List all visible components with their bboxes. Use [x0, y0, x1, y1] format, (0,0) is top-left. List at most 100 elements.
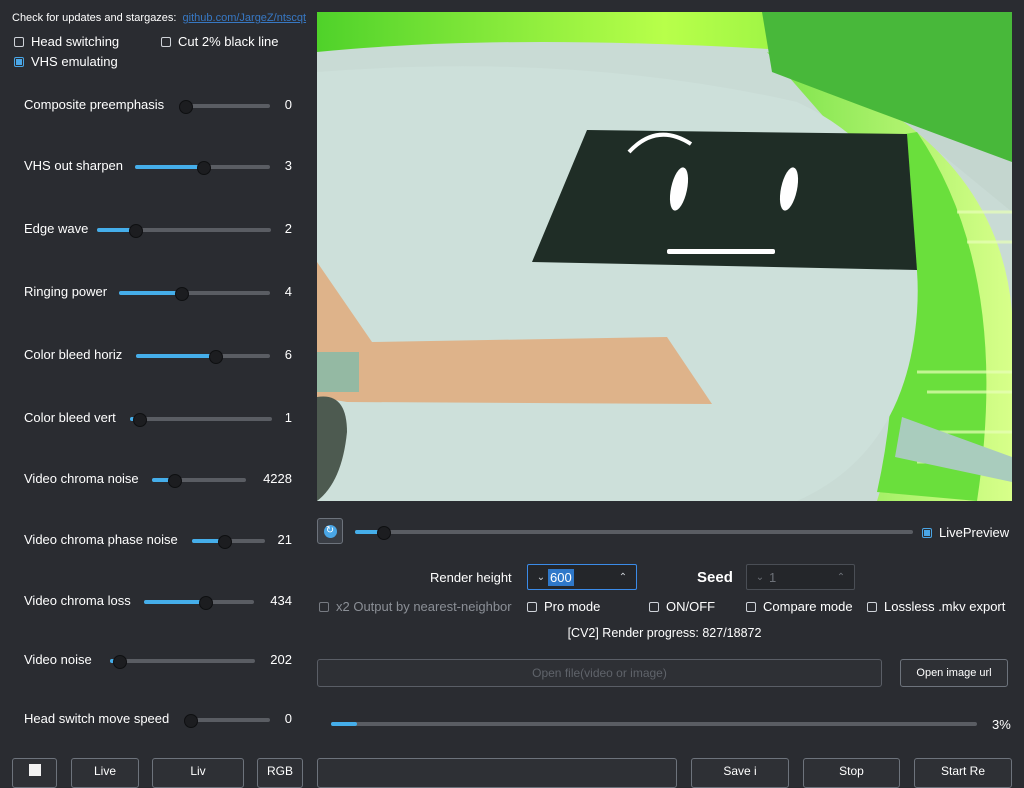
chevron-up-icon[interactable]: ⌃ [834, 572, 848, 583]
slider-track[interactable] [144, 596, 254, 610]
checkbox-icon[interactable] [319, 601, 329, 612]
render-progress-text: [CV2] Render progress: 827/18872 [567, 626, 762, 640]
liv-button[interactable]: Liv [152, 758, 244, 788]
slider-handle[interactable] [174, 287, 189, 301]
chevron-down-icon[interactable]: ⌄ [534, 572, 548, 583]
slider-value: 6 [284, 347, 292, 362]
cut-black-line-label: Cut 2% black line [178, 34, 279, 49]
slider-handle[interactable] [218, 535, 233, 549]
slider-label: Ringing power [24, 284, 108, 299]
save-button[interactable]: Save i [691, 758, 789, 788]
checkbox-icon[interactable] [746, 601, 756, 612]
slider-handle[interactable] [129, 224, 144, 238]
lossless-export-checkbox[interactable]: Lossless .mkv export [867, 599, 1005, 614]
slider-label: Color bleed horiz [24, 347, 123, 362]
live-button[interactable]: Live [71, 758, 139, 788]
slider-row-head-switch-move-speed: Head switch move speed 0 [24, 709, 292, 729]
slider-track[interactable] [192, 535, 265, 549]
slider-track[interactable] [119, 287, 270, 301]
head-switching-checkbox[interactable]: Head switching [14, 34, 119, 49]
slider-handle[interactable] [209, 350, 224, 364]
slider-handle[interactable] [132, 413, 147, 427]
vhs-emulating-checkbox[interactable]: VHS emulating [14, 54, 118, 69]
checkbox-icon[interactable] [649, 601, 659, 612]
pro-mode-label: Pro mode [544, 599, 601, 614]
slider-track[interactable] [179, 100, 270, 114]
slider-label: VHS out sharpen [24, 158, 124, 173]
compare-mode-label: Compare mode [763, 599, 853, 614]
slider-value: 0 [284, 97, 292, 112]
slider-label: Video chroma phase noise [24, 532, 178, 547]
slider-track[interactable] [135, 161, 270, 175]
slider-track[interactable] [130, 413, 272, 427]
slider-fill [144, 600, 205, 604]
slider-handle[interactable] [198, 596, 213, 610]
slider-value: 4228 [263, 471, 292, 486]
timeline-handle[interactable] [376, 526, 391, 540]
slider-label: Edge wave [24, 221, 89, 236]
checkbox-icon[interactable] [14, 36, 24, 47]
render-progress-fill [331, 722, 357, 726]
start-render-button[interactable]: Start Re [914, 758, 1012, 788]
slider-track[interactable] [136, 350, 270, 364]
live-preview-label: LivePreview [939, 525, 1010, 540]
slider-fill [119, 291, 181, 295]
slider-value: 2 [284, 221, 292, 236]
seed-spinbox[interactable]: ⌄ 1 ⌃ [746, 564, 855, 590]
render-height-value[interactable]: 600 [548, 568, 574, 586]
slider-handle[interactable] [112, 655, 127, 669]
slider-row-video-chroma-loss: Video chroma loss 434 [24, 591, 292, 611]
lossless-export-label: Lossless .mkv export [884, 599, 1006, 614]
slider-handle[interactable] [184, 714, 198, 728]
x2-output-checkbox[interactable]: x2 Output by nearest-neighbor [319, 599, 512, 614]
checkbox-icon[interactable] [527, 601, 537, 612]
refresh-button[interactable]: ↻ [317, 518, 343, 544]
on-off-checkbox[interactable]: ON/OFF [649, 599, 715, 614]
checkbox-icon[interactable] [867, 601, 877, 612]
slider-label: Head switch move speed [24, 711, 170, 726]
stop-square-button[interactable] [12, 758, 57, 788]
seed-value[interactable]: 1 [767, 570, 834, 585]
live-preview-checkbox[interactable]: LivePreview [922, 525, 1009, 540]
update-notice: Check for updates and stargazes: github.… [12, 12, 306, 24]
checkbox-checked-icon[interactable] [922, 527, 932, 538]
render-progress-bar [331, 722, 977, 726]
frame-timeline-slider[interactable] [355, 526, 913, 540]
slider-row-composite-preemphasis: Composite preemphasis 0 [24, 95, 292, 115]
slider-value: 4 [284, 284, 292, 299]
open-file-button[interactable]: Open file(video or image) [317, 659, 882, 687]
open-image-url-button[interactable]: Open image url [900, 659, 1008, 687]
checkbox-icon[interactable] [161, 36, 171, 47]
checkbox-checked-icon[interactable] [14, 56, 24, 67]
update-text: Check for updates and stargazes: [12, 12, 177, 24]
render-height-spinbox[interactable]: ⌄ 600 ⌃ [527, 564, 637, 590]
slider-handle[interactable] [196, 161, 211, 175]
github-link[interactable]: github.com/JargeZ/ntscqt [183, 12, 307, 24]
slider-row-video-chroma-noise: Video chroma noise 4228 [24, 469, 292, 489]
slider-track[interactable] [152, 474, 246, 488]
stop-square-icon [28, 764, 41, 776]
slider-track[interactable] [97, 224, 271, 238]
slider-label: Color bleed vert [24, 410, 116, 425]
compare-mode-checkbox[interactable]: Compare mode [746, 599, 853, 614]
slider-handle[interactable] [179, 100, 193, 114]
slider-track[interactable] [184, 714, 270, 728]
rgb-button[interactable]: RGB [257, 758, 303, 788]
head-switching-label: Head switching [31, 34, 120, 49]
stop-button[interactable]: Stop [803, 758, 900, 788]
chevron-down-icon[interactable]: ⌄ [753, 572, 767, 583]
slider-handle[interactable] [167, 474, 182, 488]
seed-label: Seed [697, 569, 733, 586]
slider-row-ringing-power: Ringing power 4 [24, 282, 292, 302]
cut-black-line-checkbox[interactable]: Cut 2% black line [161, 34, 278, 49]
slider-value: 202 [270, 652, 292, 667]
bottom-wide-button[interactable] [317, 758, 677, 788]
vhs-emulating-label: VHS emulating [31, 54, 118, 69]
slider-track[interactable] [110, 655, 255, 669]
chevron-up-icon[interactable]: ⌃ [616, 572, 630, 583]
slider-row-video-noise: Video noise 202 [24, 650, 292, 670]
pro-mode-checkbox[interactable]: Pro mode [527, 599, 600, 614]
on-off-label: ON/OFF [666, 599, 716, 614]
render-height-label: Render height [430, 570, 512, 585]
slider-row-video-chroma-phase-noise: Video chroma phase noise 21 [24, 530, 292, 550]
